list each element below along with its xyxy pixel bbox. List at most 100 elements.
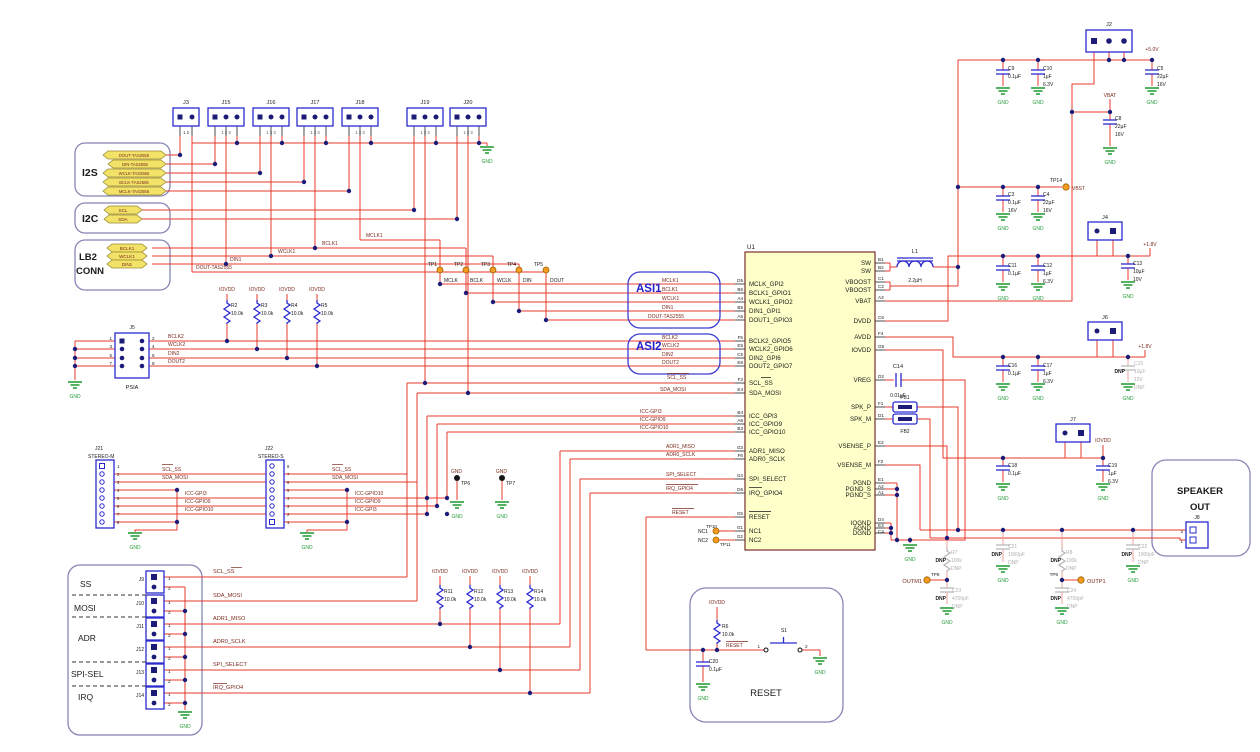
tp6-testpoint[interactable] <box>454 475 460 481</box>
jumper-j20[interactable] <box>450 108 486 126</box>
spi-net-sda: SDA_MOSI <box>213 593 242 599</box>
net-din2: DIN2 <box>168 351 180 357</box>
r2-val: 10.0k <box>231 311 244 317</box>
jumper-j4[interactable] <box>1088 222 1122 240</box>
jumper-j17[interactable] <box>297 108 333 126</box>
resistor-r12[interactable] <box>467 585 473 609</box>
tp1-testpoint[interactable] <box>437 267 443 273</box>
iovdd-label: IOVDD <box>709 600 725 606</box>
u1-pin: DOUT1_GPIO3 <box>749 317 793 324</box>
connector-j22[interactable] <box>266 460 284 528</box>
wire-layer <box>75 52 1190 710</box>
resistor-r5[interactable] <box>314 300 320 324</box>
u1-pinnum: G1 <box>737 525 744 530</box>
u1-pin: VSENSE_P <box>838 443 871 450</box>
connector-j21[interactable] <box>96 460 114 528</box>
jpin: 2 <box>168 633 171 638</box>
resistor-r2[interactable] <box>224 300 230 324</box>
resistor-r14[interactable] <box>527 585 533 609</box>
jumper-j19[interactable] <box>407 108 443 126</box>
tp1-label: TP1 <box>428 262 437 268</box>
gnd-label: GND <box>496 514 508 520</box>
c8-val: 22µF <box>1115 124 1127 130</box>
j5-pin: 7 <box>109 361 112 366</box>
c3-volt: 16V <box>1008 208 1018 214</box>
jumper-j9[interactable] <box>146 571 164 593</box>
j21-sda: SDA_MOSI <box>162 475 188 481</box>
c11-val: 0.1µF <box>1008 271 1021 277</box>
j22-icc9: ICC-GPIO9 <box>355 499 381 505</box>
connector-j8[interactable] <box>1186 522 1208 548</box>
tp7-testpoint[interactable] <box>499 475 505 481</box>
jumper-j10[interactable] <box>146 595 164 617</box>
connector-j5[interactable] <box>115 333 149 378</box>
tp9-testpoint[interactable] <box>1078 577 1084 583</box>
tp11-testpoint[interactable] <box>713 537 719 543</box>
j21-icc10: ICC-GPIO10 <box>185 507 214 513</box>
jumper-j6[interactable] <box>1088 322 1122 340</box>
c4-volt: 16V <box>1043 208 1053 214</box>
u1-pin: ICC_GPI3 <box>749 413 778 420</box>
c19-val: 1µF <box>1108 471 1117 477</box>
ferrite-fb1[interactable] <box>893 402 917 412</box>
ferrite-fb2[interactable] <box>893 414 917 424</box>
u1-pinnum: B4 <box>737 410 743 415</box>
resistor-r11[interactable] <box>437 585 443 609</box>
jumper-j2[interactable] <box>1086 30 1132 52</box>
c5-volt: 16V <box>1157 82 1167 88</box>
asi2-sig: WCLK2 <box>662 343 679 349</box>
jumper-j3[interactable] <box>173 108 199 126</box>
s1-ref: S1 <box>781 628 787 634</box>
jpin: 1 <box>168 646 171 651</box>
tp4-testpoint[interactable] <box>516 267 522 273</box>
tp10-label: TP10 <box>706 524 717 529</box>
jpin: 1 <box>168 623 171 628</box>
tp14-testpoint[interactable] <box>1063 184 1069 190</box>
iovdd-label: IOVDD <box>309 287 325 293</box>
asi1-sig: DIN1 <box>662 305 674 311</box>
tp3-label: TP3 <box>481 262 490 268</box>
iovdd-label: IOVDD <box>522 569 538 575</box>
tp2-testpoint[interactable] <box>463 267 469 273</box>
jumper-j11[interactable] <box>146 618 164 640</box>
tp8-testpoint[interactable] <box>924 577 930 583</box>
c9-val: 0.1µF <box>1008 74 1021 80</box>
resistor-r4[interactable] <box>284 300 290 324</box>
c10-ref: C10 <box>1043 66 1052 72</box>
resistor-r3[interactable] <box>254 300 260 324</box>
tp3-testpoint[interactable] <box>490 267 496 273</box>
gnd-label: GND <box>904 557 916 563</box>
gnd-label: GND <box>1056 620 1068 626</box>
j22-icc10: ICC-GPIO10 <box>355 491 384 497</box>
j8-pin: 1 <box>1180 539 1183 544</box>
jumper-j15[interactable] <box>208 108 244 126</box>
cap-c14[interactable] <box>896 373 901 387</box>
j17-ref: J17 <box>310 100 319 106</box>
jumper-j18[interactable] <box>342 108 378 126</box>
top-jumpers[interactable] <box>173 30 1132 442</box>
net-wclk2: WCLK2 <box>168 342 185 348</box>
j22-ref: J22 <box>265 446 273 452</box>
c21-val: 1000pF <box>1008 552 1025 558</box>
j21-pin: 1 <box>117 464 120 469</box>
jumper-j14[interactable] <box>146 687 164 709</box>
u1-pinnum: E3 <box>878 523 884 528</box>
jumper-j16[interactable] <box>253 108 289 126</box>
c23-dnp2: DNP <box>952 604 963 610</box>
jumper-j13[interactable] <box>146 664 164 686</box>
net-icc10: ICC-GPIO10 <box>640 425 669 431</box>
c16-ref: C16 <box>1008 363 1017 369</box>
u1-pinnum: G5 <box>737 511 744 516</box>
spi-jumpers[interactable] <box>146 571 164 709</box>
inductor-l1[interactable] <box>897 258 933 267</box>
j21-icc3: ICC-GPI3 <box>185 491 207 497</box>
u1-pin: WCLK1_GPIO2 <box>749 299 793 306</box>
jumper-j7[interactable] <box>1056 424 1090 442</box>
l1-val: 2.2µH <box>908 278 922 284</box>
resistor-r13[interactable] <box>497 585 503 609</box>
j12-ref: J12 <box>136 647 144 653</box>
tp5-testpoint[interactable] <box>543 267 549 273</box>
u1-pinnum: C4 <box>878 529 884 534</box>
jumper-j12[interactable] <box>146 641 164 663</box>
vbst-label: VBST <box>1072 186 1085 192</box>
